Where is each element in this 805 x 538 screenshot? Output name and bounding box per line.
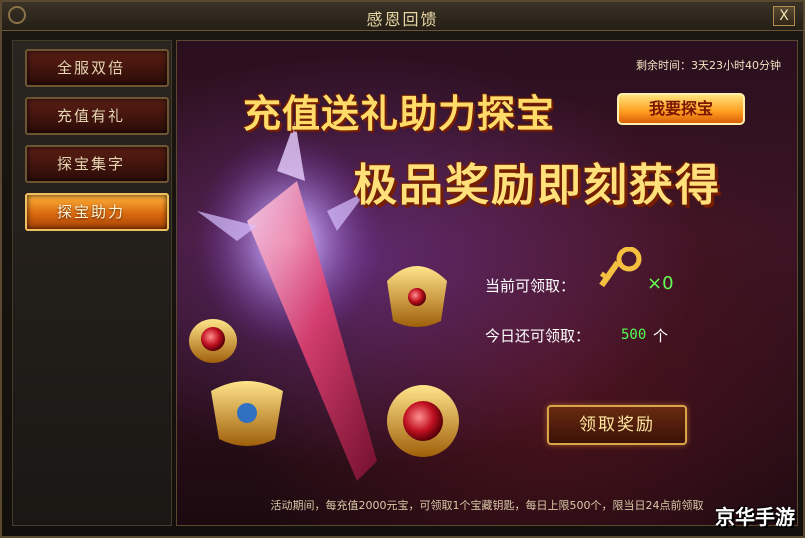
event-rules-note: 活动期间，每充值2000元宝，可领取1个宝藏钥匙，每日上限500个，限当日24点… — [270, 499, 704, 512]
today-remaining-value: 500 — [621, 327, 647, 343]
sword-icon — [247, 181, 377, 481]
today-remaining-unit: 个 — [653, 327, 669, 345]
site-watermark: 京华手游 — [715, 505, 795, 529]
headline-secondary: 极品奖励即刻获得 — [353, 160, 721, 211]
title-bar[interactable]: 感恩回馈 X — [2, 2, 803, 31]
sidebar-item-double-exp[interactable]: 全服双倍 — [25, 49, 169, 87]
sidebar-item-treasure-assist[interactable]: 探宝助力 — [25, 193, 169, 231]
close-button[interactable]: X — [773, 6, 795, 26]
claim-reward-button[interactable]: 领取奖励 — [547, 405, 687, 445]
sidebar-item-recharge-gift[interactable]: 充值有礼 — [25, 97, 169, 135]
ring-icon — [189, 319, 237, 363]
key-count: ×0 — [647, 273, 674, 294]
amulet-icon — [387, 385, 459, 457]
event-panel: 剩余时间：3天23小时40分钟 充值送礼助力探宝 极品奖励即刻获得 我要探宝 当… — [176, 40, 798, 526]
dialog-window: 感恩回馈 X 全服双倍 充值有礼 探宝集字 探宝助力 剩余时间：3天23小时40… — [0, 0, 805, 538]
headline-primary: 充值送礼助力探宝 — [243, 92, 556, 136]
sidebar: 全服双倍 充值有礼 探宝集字 探宝助力 — [12, 40, 172, 526]
helmet-icon — [387, 266, 447, 327]
window-title: 感恩回馈 — [366, 10, 439, 29]
sidebar-item-collect-words[interactable]: 探宝集字 — [25, 145, 169, 183]
explore-button[interactable]: 我要探宝 — [617, 93, 745, 125]
key-icon — [599, 247, 642, 288]
today-remaining-label: 今日还可领取： — [485, 327, 591, 345]
armor-icon — [211, 381, 283, 446]
claimable-label: 当前可领取： — [485, 277, 576, 295]
remaining-time: 剩余时间：3天23小时40分钟 — [636, 59, 781, 72]
